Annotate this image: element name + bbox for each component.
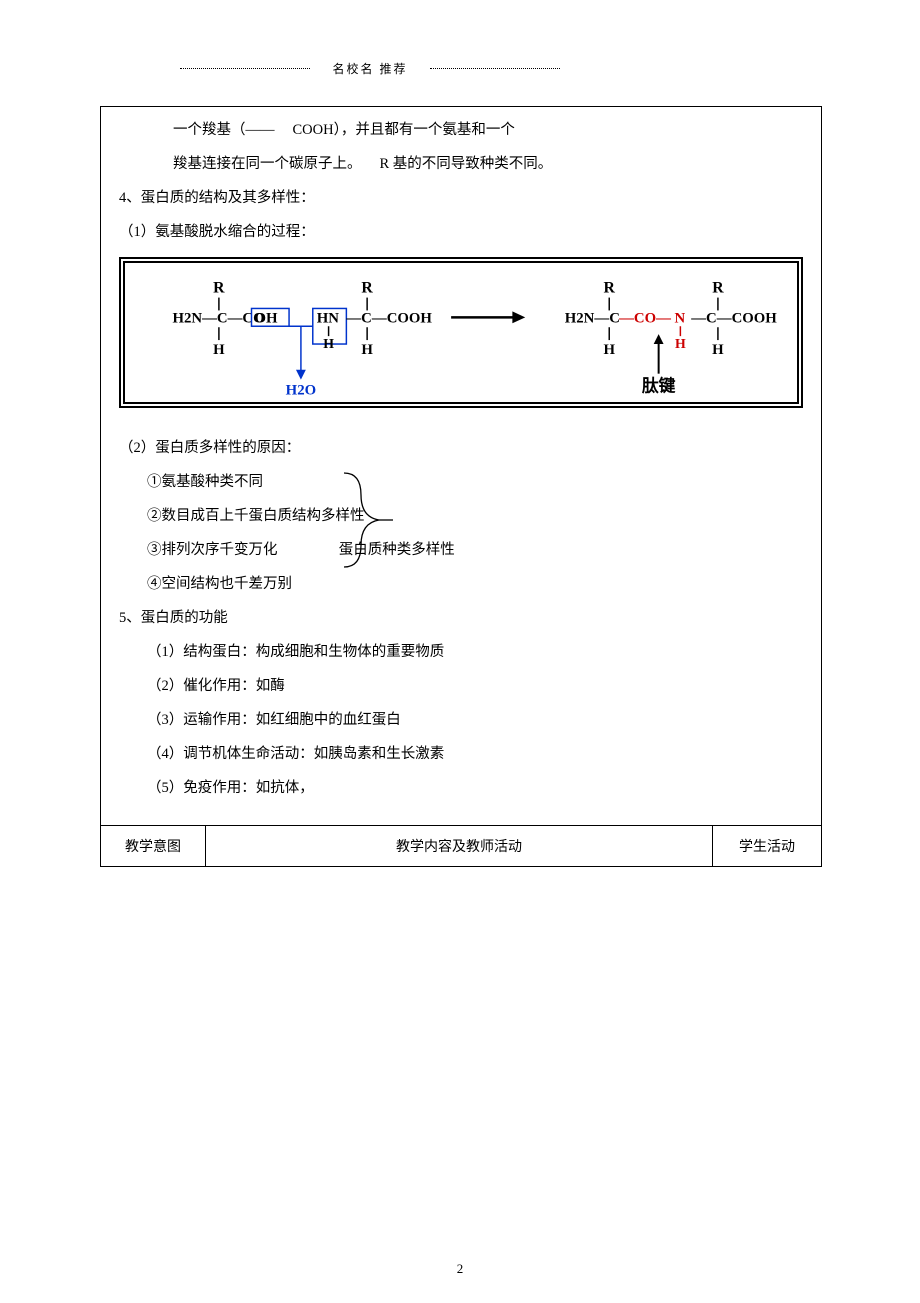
prod-right-h: H (712, 342, 724, 358)
aa-mid-h-under-n: H (323, 336, 334, 351)
func-1: （1）结构蛋白：构成细胞和生物体的重要物质 (119, 635, 803, 669)
prod-left-main: H2N—C (565, 311, 620, 327)
func-2: （2）催化作用：如酶 (119, 669, 803, 703)
aa-mid-bottom-h: H (361, 342, 373, 358)
text: ③排列次序千变万化 (147, 542, 278, 558)
text: R 基的不同导致种类不同。 (380, 156, 553, 172)
content-table: 一个羧基（—— COOH），并且都有一个氨基和一个 羧基连接在同一个碳原子上。 R … (100, 106, 822, 867)
func-3: （3）运输作用：如红细胞中的血红蛋白 (119, 703, 803, 737)
reaction-diagram: R H2N—C—CO OH H R HN —C—COOH H (119, 257, 803, 407)
peptide-arrowhead (654, 334, 664, 344)
text: 蛋白质种类多样性 (339, 542, 455, 558)
prod-right-r: R (712, 280, 724, 297)
func-5: （5）免疫作用：如抗体， (119, 771, 803, 805)
diversity-block: ①氨基酸种类不同 ②数目成百上千蛋白质结构多样性 ③排列次序千变万化 蛋白质种类… (119, 465, 803, 601)
text: COOH），并且都有一个氨基和一个 (293, 122, 515, 138)
prod-n: N (674, 311, 685, 327)
div-item-1: ①氨基酸种类不同 (119, 465, 803, 499)
prod-left-r: R (604, 280, 616, 297)
h2o-label: H2O (286, 383, 316, 399)
prod-left-h: H (603, 342, 615, 358)
header-dash-right (430, 68, 560, 70)
div-item-3: ③排列次序千变万化 蛋白质种类多样性 (119, 533, 803, 567)
prod-co: —CO— (618, 311, 671, 327)
header-decor: 名校名 推荐 (180, 62, 560, 76)
prod-right-main: —C—COOH (690, 311, 777, 327)
text: 羧基连接在同一个碳原子上。 (173, 156, 362, 172)
footer-col-student: 学生活动 (713, 826, 821, 866)
heading-4: 4、蛋白质的结构及其多样性： (119, 181, 803, 215)
heading-4-1: （1）氨基酸脱水缩合的过程： (119, 215, 803, 249)
heading-5: 5、蛋白质的功能 (119, 601, 803, 635)
text: 一个羧基（—— (173, 122, 275, 138)
footer-col-content: 教学内容及教师活动 (206, 826, 713, 866)
main-cell: 一个羧基（—— COOH），并且都有一个氨基和一个 羧基连接在同一个碳原子上。 R … (101, 107, 821, 825)
footer-row: 教学意图 教学内容及教师活动 学生活动 (101, 825, 821, 867)
aa-left-h: H (213, 342, 225, 358)
aa-mid-r: R (361, 280, 373, 297)
aa-left-oh: OH (254, 311, 278, 327)
aa-mid-main: —C—COOH (345, 311, 432, 327)
aa-left-r: R (213, 280, 225, 297)
peptide-label: 肽键 (642, 376, 676, 396)
blue-arrowhead (296, 370, 306, 380)
para-carboxyl-1: 一个羧基（—— COOH），并且都有一个氨基和一个 (119, 113, 803, 147)
aa-mid-hn: HN (317, 311, 340, 327)
div-item-4: ④空间结构也千差万别 (119, 567, 803, 601)
reaction-diagram-wrap: R H2N—C—CO OH H R HN —C—COOH H (119, 257, 803, 420)
footer-col-intent: 教学意图 (101, 826, 206, 866)
para-carboxyl-2: 羧基连接在同一个碳原子上。 R 基的不同导致种类不同。 (119, 147, 803, 181)
reaction-arrowhead (512, 312, 525, 324)
div-item-2: ②数目成百上千蛋白质结构多样性 (119, 499, 803, 533)
func-4: （4）调节机体生命活动：如胰岛素和生长激素 (119, 737, 803, 771)
heading-4-2: （2）蛋白质多样性的原因： (119, 431, 803, 465)
prod-n-h: H (675, 336, 686, 351)
page-number: 2 (0, 1261, 920, 1277)
